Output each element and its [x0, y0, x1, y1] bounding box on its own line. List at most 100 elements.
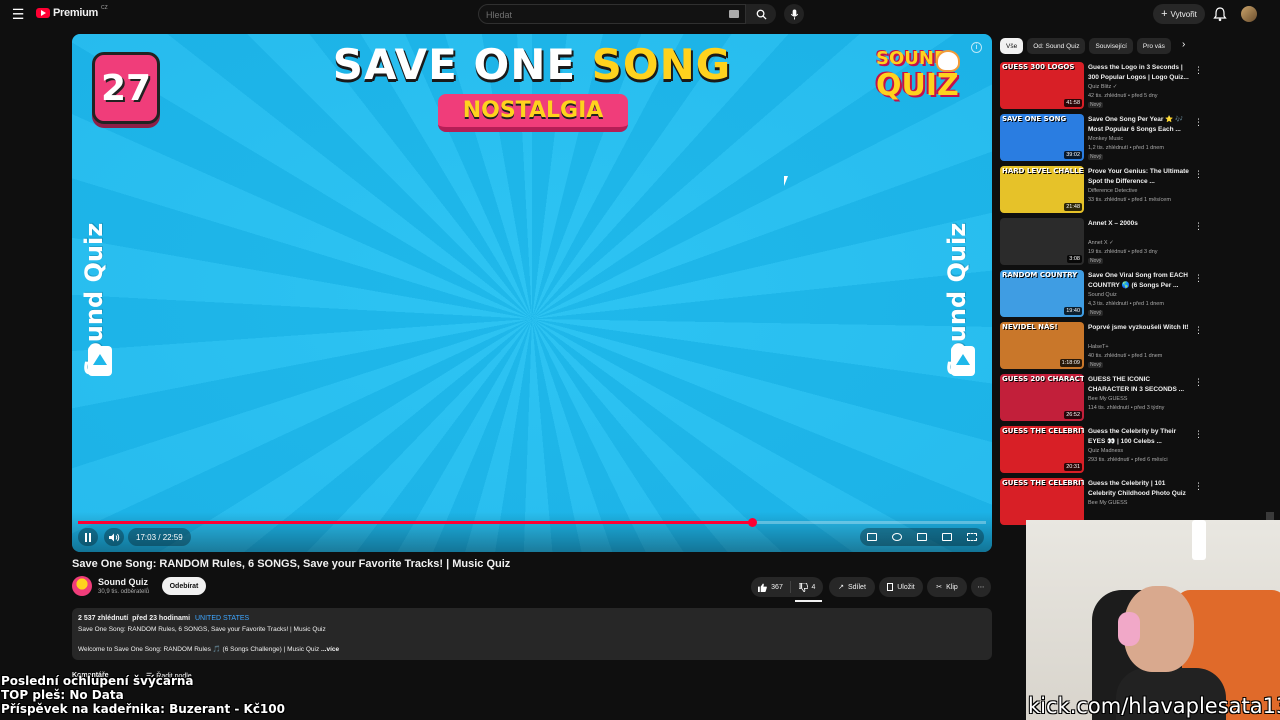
more-vertical-icon[interactable]: ⋮	[1194, 325, 1203, 336]
kick-channel-url: kick.com/hlavaplesata13	[1028, 694, 1280, 718]
recommendation-title[interactable]: Guess the Logo in 3 Seconds | 300 Popula…	[1088, 63, 1192, 82]
recommendation-item[interactable]: GUESS 200 CHARACTERS 26:52 GUESS THE ICONI…	[1000, 374, 1206, 426]
recommendation-thumbnail[interactable]: GUESS THE CELEBRITY 20:31	[1000, 426, 1084, 473]
recommendation-thumbnail[interactable]: GUESS 300 LOGOS 41:58	[1000, 62, 1084, 109]
recommendation-channel[interactable]: Bee My GUESS	[1088, 500, 1127, 506]
recommendation-title[interactable]: Annet X – 2000s	[1088, 219, 1192, 229]
video-duration: 19:40	[1064, 307, 1082, 315]
more-vertical-icon[interactable]: ⋮	[1194, 65, 1203, 76]
filter-chips: Vše Od: Sound Quiz Související Pro vás	[1000, 38, 1188, 54]
recommendation-item[interactable]: RANDOM COUNTRY 19:40 Save One Viral Song f…	[1000, 270, 1206, 322]
recommendation-title[interactable]: Guess the Celebrity | 101 Celebrity Chil…	[1088, 479, 1192, 498]
recommendation-channel[interactable]: Monkey Music	[1088, 136, 1123, 142]
chip-filter[interactable]: Pro vás	[1136, 38, 1171, 54]
scrollbar[interactable]	[1266, 512, 1274, 520]
search-button[interactable]	[746, 4, 776, 24]
chevron-right-icon[interactable]: ›	[1182, 39, 1185, 50]
new-badge: Nový	[1088, 310, 1104, 316]
more-vertical-icon[interactable]: ⋮	[1194, 221, 1203, 232]
chip-filter[interactable]: Vše	[1000, 38, 1024, 54]
recommendation-thumbnail[interactable]: RANDOM COUNTRY 19:40	[1000, 270, 1084, 317]
chip-filter[interactable]: Od: Sound Quiz	[1027, 38, 1086, 54]
progress-bar[interactable]	[78, 518, 986, 527]
recommendation-item[interactable]: SAVE ONE SONG 39:02 Save One Song Per Year…	[1000, 114, 1206, 166]
save-button[interactable]: Uložit	[879, 577, 923, 597]
like-button[interactable]: 367	[751, 581, 791, 593]
fullscreen-icon[interactable]	[966, 533, 977, 541]
youtube-logo[interactable]: Premium CZ	[36, 5, 108, 19]
recommendation-channel[interactable]: Annet X ✓	[1088, 240, 1114, 246]
subscribe-button[interactable]: Odebírat	[162, 577, 206, 595]
hamburger-menu-icon[interactable]: ☰	[10, 6, 26, 22]
account-avatar[interactable]	[1241, 6, 1257, 22]
logo-line-2: QUIZ	[876, 68, 959, 103]
more-vertical-icon[interactable]: ⋮	[1194, 377, 1203, 388]
chip-filter[interactable]: Související	[1089, 38, 1133, 54]
recommendation-channel[interactable]: HalseT+	[1088, 344, 1109, 350]
recommendation-thumbnail[interactable]: NEVIDEL NÁS! 1:18:09	[1000, 322, 1084, 369]
recommendation-thumbnail[interactable]: SAVE ONE SONG 39:02	[1000, 114, 1084, 161]
recommendation-thumbnail[interactable]: GUESS 200 CHARACTERS 26:52	[1000, 374, 1084, 421]
create-button[interactable]: + Vytvořit	[1153, 4, 1205, 24]
recommendations-list: GUESS 300 LOGOS 41:58 Guess the Logo in 3 …	[1000, 62, 1206, 530]
voice-search-button[interactable]	[784, 4, 804, 24]
recommendation-item[interactable]: GUESS 300 LOGOS 41:58 Guess the Logo in 3 …	[1000, 62, 1206, 114]
progress-scrubber[interactable]	[747, 518, 757, 527]
more-vertical-icon[interactable]: ⋮	[1194, 117, 1203, 128]
recommendation-channel[interactable]: Difference Detective	[1088, 188, 1137, 194]
sound-quiz-logo: SOUND QUIZ	[868, 48, 960, 110]
more-vertical-icon[interactable]: ⋮	[1194, 273, 1203, 284]
recommendation-channel[interactable]: Sound Quiz	[1088, 292, 1117, 298]
scissors-icon: ✂	[936, 584, 943, 591]
recommendation-thumbnail[interactable]: GUESS THE CELEBRITY	[1000, 478, 1084, 525]
pause-button[interactable]	[78, 528, 98, 546]
recommendation-item[interactable]: HARD LEVEL CHALLENGE 21:48 Prove Your Geni…	[1000, 166, 1206, 218]
theater-mode-icon[interactable]	[941, 533, 952, 541]
notifications-bell-icon[interactable]	[1213, 6, 1227, 22]
search-input[interactable]	[479, 6, 709, 24]
share-button[interactable]: ↗ Sdílet	[829, 577, 875, 597]
video-player[interactable]: SAVE ONE SONG NOSTALGIA 27 SOUND QUIZ So…	[72, 34, 992, 552]
recommendation-item[interactable]: 3:08 Annet X – 2000s Annet X ✓ 19 tis. zhlé…	[1000, 218, 1206, 270]
recommendation-title[interactable]: Guess the Celebrity by Their EYES 👀 | 10…	[1088, 427, 1192, 446]
recommendation-thumbnail[interactable]: HARD LEVEL CHALLENGE 21:48	[1000, 166, 1084, 213]
more-vertical-icon[interactable]: ⋮	[1194, 429, 1203, 440]
description-box[interactable]: 2 537 zhlédnutí před 23 hodinami UNITED …	[72, 608, 992, 660]
recommendation-title[interactable]: Poprvé jsme vyzkoušeli Witch It!	[1088, 323, 1192, 333]
mouse-cursor-icon	[784, 176, 788, 186]
miniplayer-icon[interactable]	[916, 533, 927, 541]
channel-name[interactable]: Sound Quiz	[98, 577, 148, 587]
thumbs-down-icon	[798, 582, 808, 592]
recommendation-title[interactable]: Prove Your Genius: The Ultimate Spot the…	[1088, 167, 1192, 186]
recommendation-channel[interactable]: Quiz Blitz ✓	[1088, 84, 1117, 90]
keyboard-icon[interactable]	[729, 10, 739, 18]
more-actions-button[interactable]: ⋯	[971, 577, 991, 597]
stream-overlay-line-3: Příspěvek na kadeřnika: Buzerant - Kč100	[1, 702, 285, 716]
recommendation-title[interactable]: GUESS THE ICONIC CHARACTER IN 3 SECONDS …	[1088, 375, 1192, 394]
settings-gear-icon[interactable]	[892, 533, 903, 541]
recommendation-item[interactable]: NEVIDEL NÁS! 1:18:09 Poprvé jsme vyzkoušel…	[1000, 322, 1206, 374]
like-dislike-group: 367 4	[751, 577, 823, 597]
info-icon[interactable]: i	[971, 42, 982, 53]
recommendation-item[interactable]: GUESS THE CELEBRITY 20:31 Guess the Celebr…	[1000, 426, 1206, 478]
show-more-link[interactable]: ...více	[319, 646, 339, 653]
volume-button[interactable]	[104, 528, 124, 546]
subtitles-icon[interactable]	[867, 533, 878, 541]
recommendation-title[interactable]: Save One Viral Song from EACH COUNTRY 🌎 …	[1088, 271, 1192, 290]
share-label: Sdílet	[847, 583, 866, 591]
overlay-title: SAVE ONE SONG	[312, 40, 752, 89]
video-duration: 41:58	[1064, 99, 1082, 107]
dislike-button[interactable]: 4	[791, 582, 823, 592]
controls-gradient	[72, 512, 992, 552]
recommendation-title[interactable]: Save One Song Per Year ⭐ 🎶 Most Popular …	[1088, 115, 1192, 134]
thumbnail-text: SAVE ONE SONG	[1002, 115, 1067, 123]
recommendation-channel[interactable]: Quiz Madness	[1088, 448, 1123, 454]
more-vertical-icon[interactable]: ⋮	[1194, 169, 1203, 180]
subscriber-count: 30,9 tis. odběratelů	[98, 589, 150, 595]
recommendation-thumbnail[interactable]: 3:08	[1000, 218, 1084, 265]
more-vertical-icon[interactable]: ⋮	[1194, 481, 1203, 492]
channel-avatar[interactable]	[72, 576, 92, 596]
recommendation-channel[interactable]: Bee My GUESS	[1088, 396, 1127, 402]
location-tag[interactable]: UNITED STATES	[195, 615, 249, 622]
clip-button[interactable]: ✂ Klip	[927, 577, 967, 597]
